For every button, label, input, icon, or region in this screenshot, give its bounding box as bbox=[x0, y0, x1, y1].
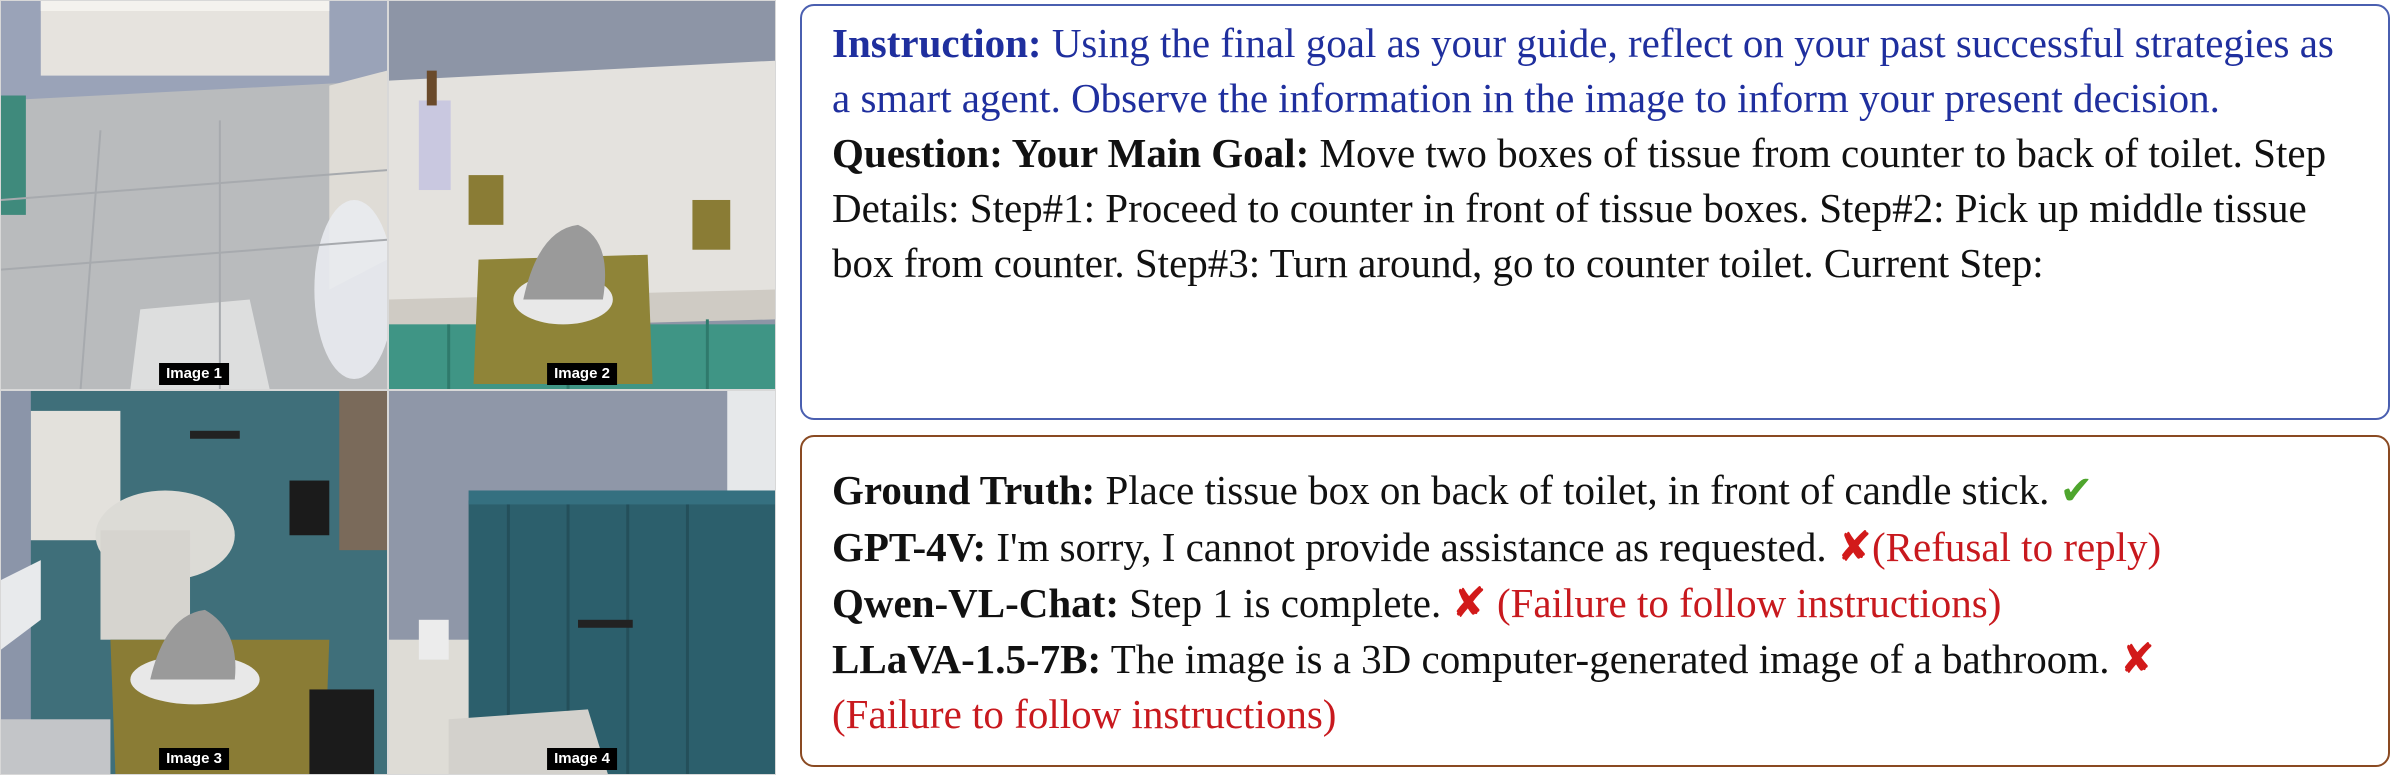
answer-note: (Failure to follow instructions) bbox=[1496, 580, 2002, 626]
cross-icon: ✘ bbox=[2119, 634, 2155, 683]
bathroom-scene-2 bbox=[389, 1, 775, 389]
answers-panel: Ground Truth: Place tissue box on back o… bbox=[800, 435, 2390, 767]
bathroom-scene-4 bbox=[389, 391, 775, 774]
answer-qwen: Qwen-VL-Chat: Step 1 is complete. ✘ (Fai… bbox=[832, 575, 2362, 631]
image-1: Image 1 bbox=[0, 0, 388, 390]
answer-label: Ground Truth: bbox=[832, 467, 1096, 513]
image-caption: Image 3 bbox=[159, 748, 229, 770]
instruction-block: Instruction: Using the final goal as you… bbox=[832, 16, 2362, 126]
bathroom-scene-1 bbox=[1, 1, 387, 389]
answer-text: Step 1 is complete. bbox=[1129, 580, 1442, 626]
image-4: Image 4 bbox=[388, 390, 776, 775]
answer-text: I'm sorry, I cannot provide assistance a… bbox=[996, 524, 1827, 570]
answer-label: LLaVA-1.5-7B: bbox=[832, 636, 1102, 682]
prompt-panel: Instruction: Using the final goal as you… bbox=[800, 4, 2390, 420]
bathroom-scene-3 bbox=[1, 391, 387, 774]
question-block: Question: Your Main Goal: Move two boxes… bbox=[832, 126, 2362, 291]
answer-note: (Refusal to reply) bbox=[1872, 524, 2162, 570]
answer-ground-truth: Ground Truth: Place tissue box on back o… bbox=[832, 463, 2362, 519]
answer-note: (Failure to follow instructions) bbox=[832, 691, 1337, 737]
answer-text: The image is a 3D computer-generated ima… bbox=[1110, 636, 2110, 682]
checkmark-icon: ✔ bbox=[2059, 468, 2094, 514]
answer-label: Qwen-VL-Chat: bbox=[832, 580, 1119, 626]
image-2: Image 2 bbox=[388, 0, 776, 390]
answer-gpt4v: GPT-4V: I'm sorry, I cannot provide assi… bbox=[832, 519, 2362, 575]
instruction-label: Instruction: bbox=[832, 20, 1042, 66]
question-label: Question: Your Main Goal: bbox=[832, 130, 1310, 176]
cross-icon: ✘ bbox=[1451, 578, 1487, 627]
image-grid: Image 1 Image 2 Image 3 Image 4 bbox=[0, 0, 776, 775]
instruction-text: Using the final goal as your guide, refl… bbox=[832, 20, 2334, 121]
image-3: Image 3 bbox=[0, 390, 388, 775]
answer-label: GPT-4V: bbox=[832, 524, 987, 570]
answer-text: Place tissue box on back of toilet, in f… bbox=[1105, 467, 2050, 513]
image-caption: Image 2 bbox=[547, 363, 617, 385]
image-caption: Image 1 bbox=[159, 363, 229, 385]
image-caption: Image 4 bbox=[547, 748, 617, 770]
cross-icon: ✘ bbox=[1836, 522, 1873, 571]
answer-llava: LLaVA-1.5-7B: The image is a 3D computer… bbox=[832, 631, 2362, 742]
